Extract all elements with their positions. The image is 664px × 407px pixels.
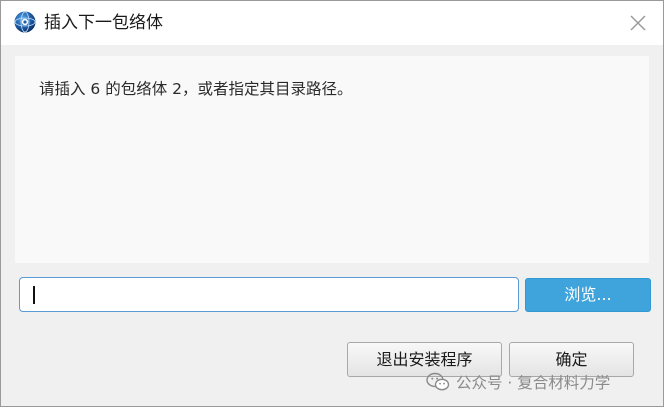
watermark: 公众号 · 复合材料力学 xyxy=(426,370,610,394)
dialog-title: 插入下一包络体 xyxy=(44,13,163,33)
close-icon xyxy=(630,15,646,31)
dialog-window: 插入下一包络体 请插入 6 的包络体 2，或者指定其目录路径。 浏览... 退出… xyxy=(0,0,664,407)
close-button[interactable] xyxy=(623,9,653,37)
text-caret xyxy=(33,286,35,304)
message-panel: 请插入 6 的包络体 2，或者指定其目录路径。 xyxy=(15,56,649,263)
title-bar: 插入下一包络体 xyxy=(1,1,663,45)
message-text: 请插入 6 的包络体 2，或者指定其目录路径。 xyxy=(39,80,353,98)
wechat-icon xyxy=(426,372,450,392)
browse-button[interactable]: 浏览... xyxy=(525,278,651,312)
path-input[interactable] xyxy=(19,277,519,312)
watermark-text: 公众号 · 复合材料力学 xyxy=(456,374,611,392)
app-globe-icon xyxy=(14,11,36,33)
